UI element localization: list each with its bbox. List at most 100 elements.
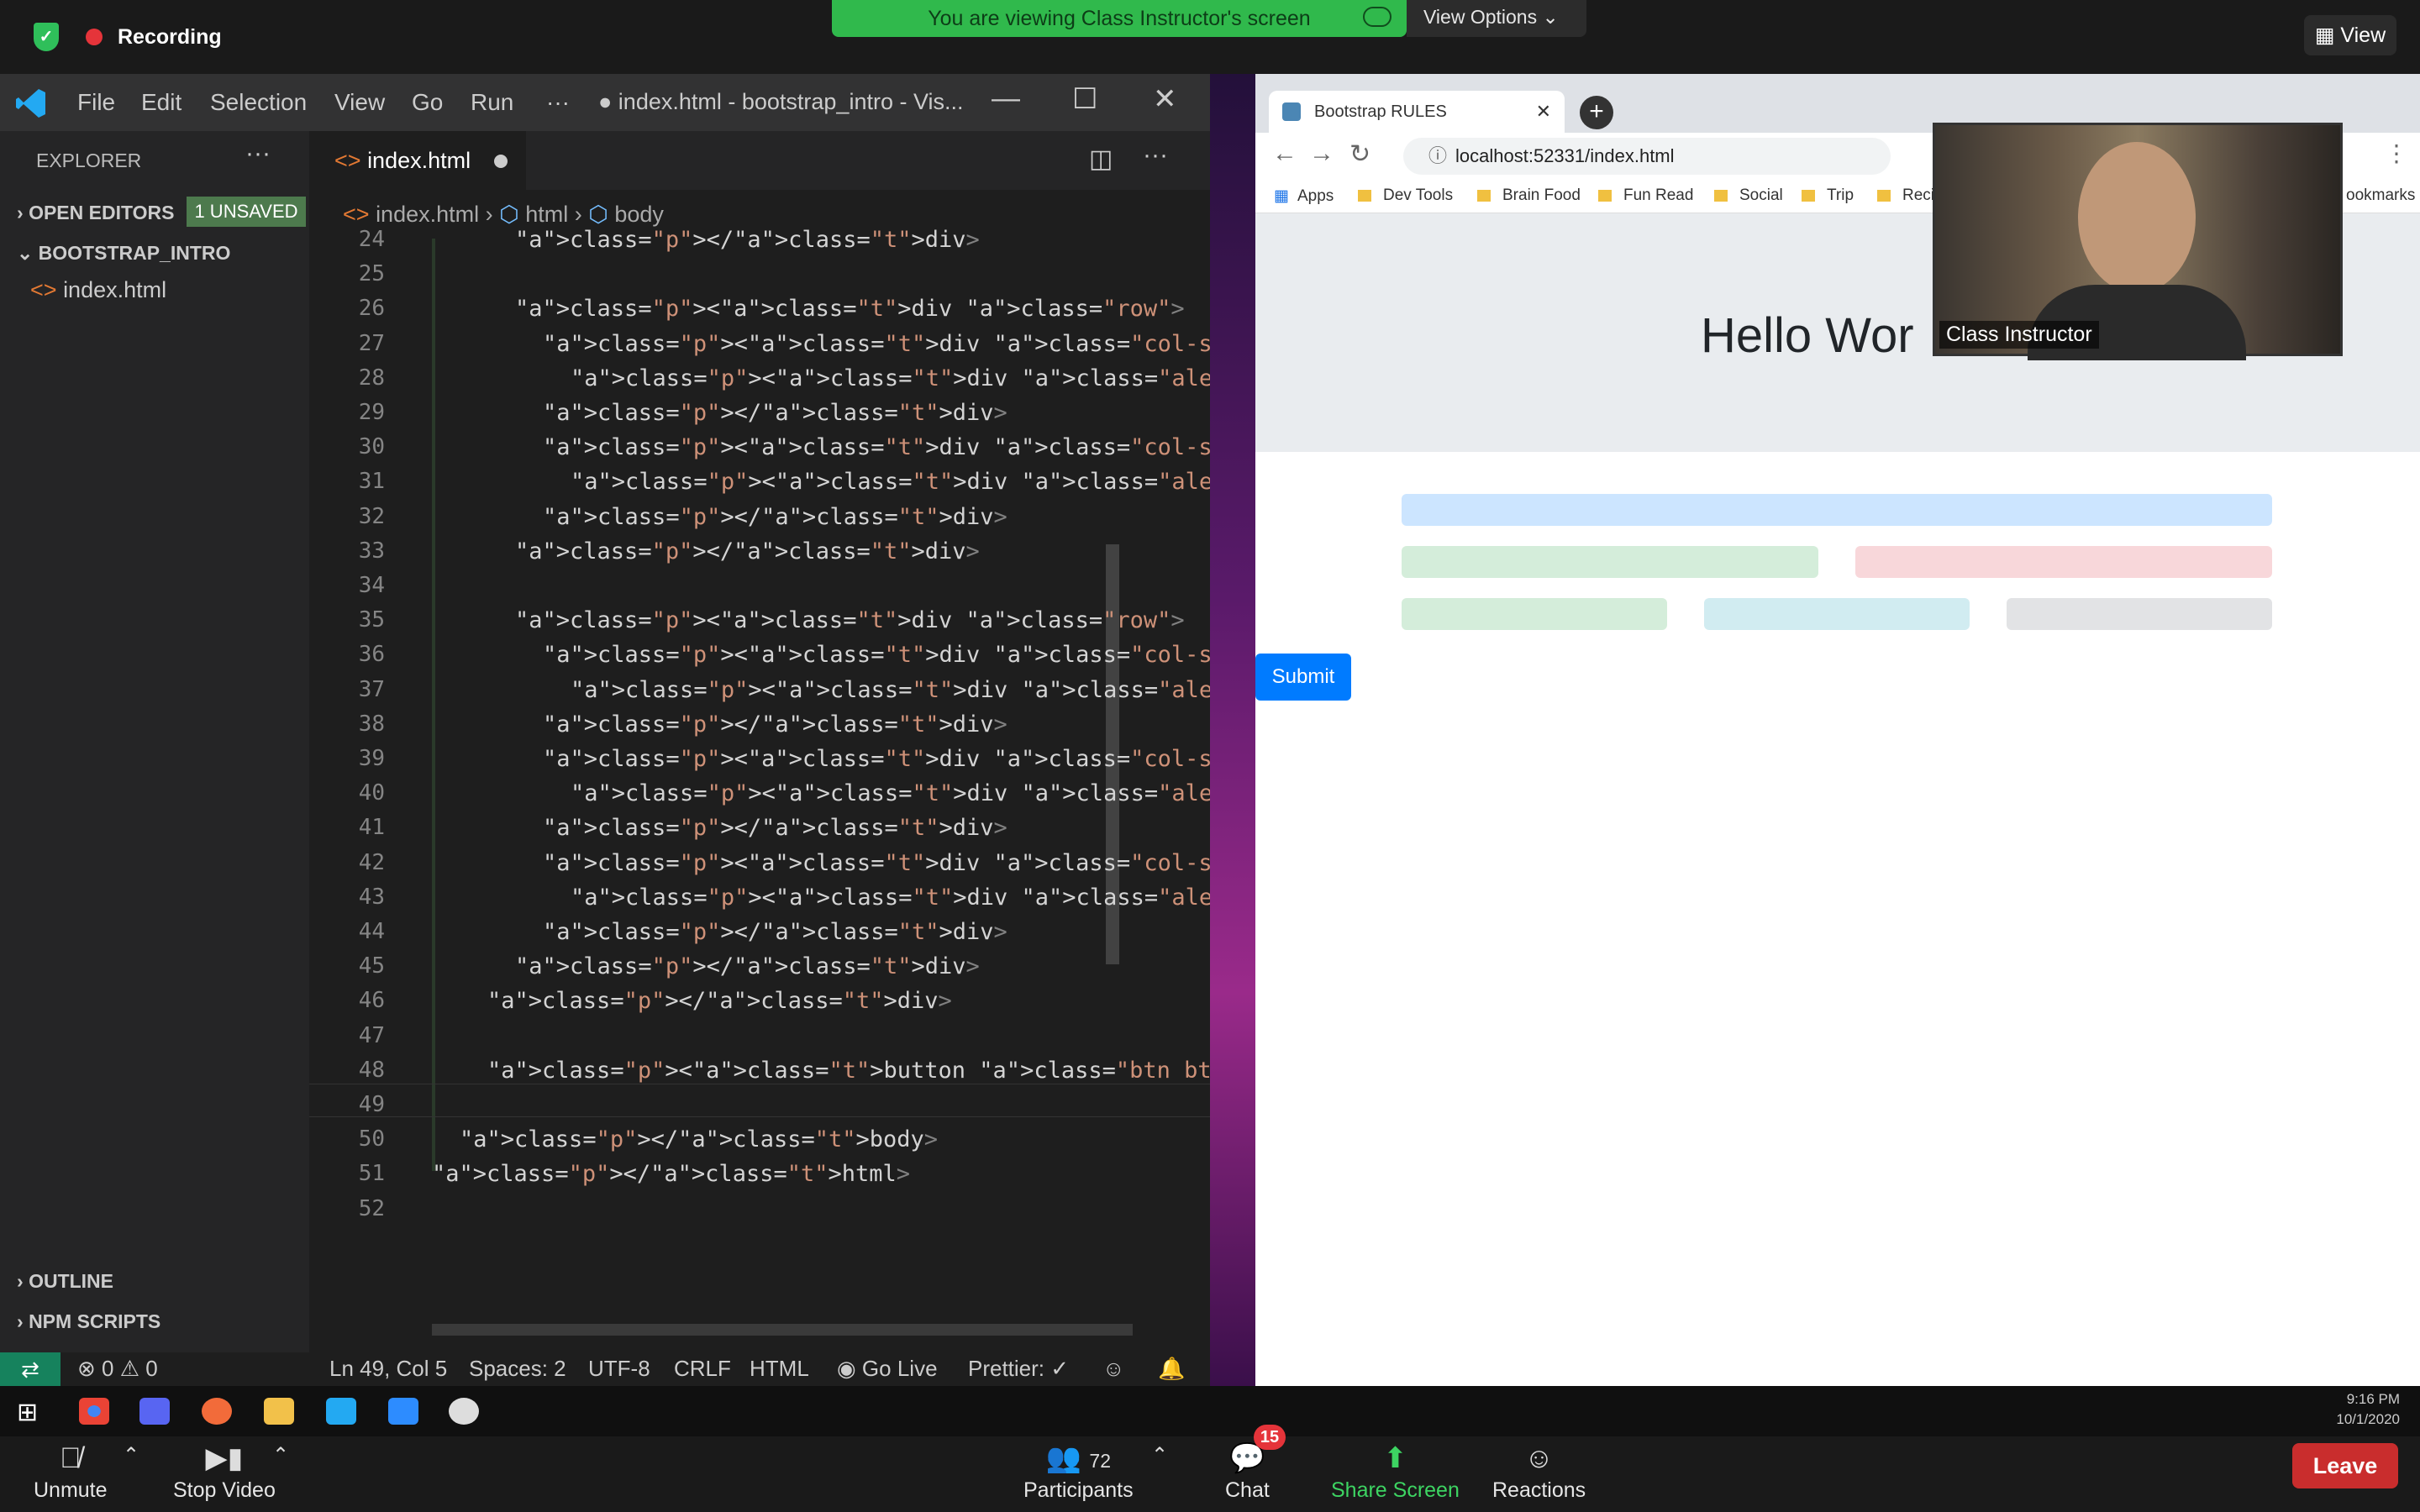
file-item-index[interactable]: <> index.html	[30, 277, 166, 303]
vscode-taskbar-icon[interactable]	[326, 1398, 356, 1425]
browser-tab[interactable]: Bootstrap RULES ✕	[1269, 91, 1565, 133]
encoding[interactable]: UTF-8	[588, 1356, 650, 1382]
go-live-button[interactable]: ◉ Go Live	[837, 1356, 938, 1382]
participants-options-icon[interactable]: ⌃	[1151, 1443, 1168, 1467]
folder-icon	[1477, 189, 1491, 202]
audio-options-icon[interactable]: ⌃	[123, 1443, 139, 1467]
stop-video-button[interactable]: ▶︎▮ Stop Video	[173, 1441, 276, 1503]
problems-indicator[interactable]: ⊗ 0 ⚠ 0	[77, 1356, 158, 1382]
bookmark-label: Fun Read	[1623, 186, 1694, 204]
submit-button[interactable]: Submit	[1255, 654, 1351, 701]
breadcrumb-file[interactable]: index.html	[376, 202, 479, 227]
code-line[interactable]: "a">class="p"></"a">class="t">div>	[515, 227, 980, 253]
indentation[interactable]: Spaces: 2	[469, 1356, 566, 1382]
menu-go[interactable]: Go	[412, 89, 443, 116]
code-line[interactable]: "a">class="p"></"a">class="t">div>	[543, 504, 1007, 530]
tab-index-html[interactable]: <> index.html	[309, 131, 526, 190]
alert-info	[1704, 598, 1970, 630]
system-clock[interactable]: 9:16 PM 10/1/2020	[2336, 1389, 2400, 1430]
editor-more-icon[interactable]: ···	[1143, 141, 1168, 170]
more-actions-icon[interactable]: ···	[245, 139, 271, 168]
menu-file[interactable]: File	[77, 89, 115, 116]
minimize-icon[interactable]: —	[992, 82, 1020, 115]
close-tab-icon[interactable]: ✕	[1536, 91, 1551, 133]
other-bookmarks[interactable]: ookmarks	[2346, 186, 2415, 205]
chat-button[interactable]: 💬 Chat	[1225, 1441, 1270, 1503]
code-line[interactable]: "a">class="p"><"a">class="t">div "a">cla…	[515, 607, 1185, 633]
menu-view[interactable]: View	[334, 89, 385, 116]
url-text: localhost:52331/index.html	[1455, 145, 1675, 166]
line-ending[interactable]: CRLF	[674, 1356, 731, 1382]
windows-start-icon[interactable]: ⊞	[17, 1398, 38, 1427]
code-line[interactable]: "a">class="p"></"a">class="t">div>	[543, 711, 1007, 738]
prettier-status[interactable]: Prettier: ✓	[968, 1356, 1069, 1382]
bookmark-apps[interactable]: ▦ Apps	[1274, 186, 1334, 206]
bookmark-brain-food[interactable]: Brain Food	[1477, 186, 1581, 205]
participant-name: Class Instructor	[1939, 321, 2099, 349]
remote-icon[interactable]: ⇄	[0, 1352, 60, 1386]
notifications-bell-icon[interactable]: 🔔	[1158, 1356, 1185, 1382]
code-line[interactable]: "a">class="p"></"a">class="t">div>	[543, 919, 1007, 945]
bookmark-label: Trip	[1827, 186, 1854, 204]
npm-scripts-section[interactable]: › NPM SCRIPTS	[17, 1310, 160, 1333]
menu-run[interactable]: Run	[471, 89, 513, 116]
browser-menu-icon[interactable]: ⋮	[2385, 139, 2408, 167]
new-tab-button[interactable]: +	[1580, 96, 1613, 129]
view-button[interactable]: ▦ View	[2304, 15, 2396, 55]
unmute-button[interactable]: 🎙̸ Unmute	[34, 1441, 108, 1503]
url-field[interactable]: ⓘ localhost:52331/index.html	[1403, 138, 1891, 175]
screen-share-banner: You are viewing Class Instructor's scree…	[832, 0, 1407, 37]
breadcrumb-body[interactable]: body	[614, 202, 664, 227]
participants-button[interactable]: 👥 72 Participants	[1023, 1441, 1134, 1503]
code-line[interactable]: "a">class="p"></"a">class="t">div>	[515, 538, 980, 564]
outline-section[interactable]: › OUTLINE	[17, 1270, 113, 1293]
code-line[interactable]: "a">class="p"></"a">class="t">div>	[543, 815, 1007, 841]
open-editors-section[interactable]: › OPEN EDITORS	[17, 202, 174, 224]
menu-more[interactable]: ···	[546, 89, 570, 116]
language-mode[interactable]: HTML	[750, 1356, 809, 1382]
line-number: 47	[358, 1022, 385, 1048]
share-screen-button[interactable]: ⬆ Share Screen	[1331, 1441, 1460, 1503]
back-icon[interactable]: ←	[1272, 139, 1297, 168]
reactions-button[interactable]: ☺ Reactions	[1492, 1441, 1586, 1503]
cursor-position[interactable]: Ln 49, Col 5	[329, 1356, 447, 1382]
split-editor-icon[interactable]: ◫	[1089, 144, 1113, 174]
share-screen-label: Share Screen	[1331, 1478, 1460, 1502]
reload-icon[interactable]: ↻	[1349, 139, 1370, 169]
alert-success-small	[1402, 598, 1667, 630]
menu-selection[interactable]: Selection	[210, 89, 307, 116]
code-line[interactable]: "a">class="p"></"a">class="t">div>	[515, 953, 980, 979]
discord-icon[interactable]	[139, 1398, 170, 1425]
feedback-icon[interactable]: ☺	[1102, 1356, 1125, 1382]
forward-icon[interactable]: →	[1309, 139, 1334, 168]
view-options-button[interactable]: View Options ⌄	[1407, 0, 1586, 37]
zoom-taskbar-icon[interactable]	[388, 1398, 418, 1425]
slack-icon[interactable]	[449, 1398, 479, 1425]
file-explorer-icon[interactable]	[264, 1398, 294, 1425]
bookmark-social[interactable]: Social	[1714, 186, 1783, 205]
bookmark-trip[interactable]: Trip	[1802, 186, 1854, 205]
code-line[interactable]: "a">class="p"></"a">class="t">html>	[432, 1161, 910, 1187]
npm-scripts-label: NPM SCRIPTS	[29, 1310, 161, 1332]
stop-video-label: Stop Video	[173, 1478, 276, 1502]
horizontal-scrollbar[interactable]	[432, 1324, 1133, 1336]
code-line[interactable]: "a">class="p"><"a">class="t">div "a">cla…	[515, 296, 1185, 322]
close-icon[interactable]: ✕	[1153, 82, 1177, 116]
leave-button[interactable]: Leave	[2292, 1443, 2398, 1488]
postman-icon[interactable]	[202, 1398, 232, 1425]
breadcrumb-html[interactable]: html	[525, 202, 568, 227]
security-shield-icon[interactable]: ✓	[34, 23, 59, 51]
muted-mic-icon: 🎙̸	[60, 1442, 82, 1474]
code-line[interactable]: "a">class="p"></"a">class="t">div>	[543, 400, 1007, 426]
bookmark-reci[interactable]: Reci	[1877, 186, 1934, 205]
code-line[interactable]: "a">class="p"></"a">class="t">div>	[487, 988, 952, 1014]
code-line[interactable]: "a">class="p"></"a">class="t">body>	[460, 1126, 938, 1152]
project-folder[interactable]: ⌄ BOOTSTRAP_INTRO	[17, 242, 230, 265]
menu-edit[interactable]: Edit	[141, 89, 182, 116]
chrome-icon[interactable]	[79, 1398, 109, 1425]
video-options-icon[interactable]: ⌃	[272, 1443, 289, 1467]
maximize-icon[interactable]: ☐	[1072, 82, 1097, 116]
code-editor[interactable]: 24 "a">class="p"></"a">class="t">div> 25 26…	[309, 227, 1950, 1339]
bookmark-fun-read[interactable]: Fun Read	[1598, 186, 1693, 205]
bookmark-dev-tools[interactable]: Dev Tools	[1358, 186, 1453, 205]
